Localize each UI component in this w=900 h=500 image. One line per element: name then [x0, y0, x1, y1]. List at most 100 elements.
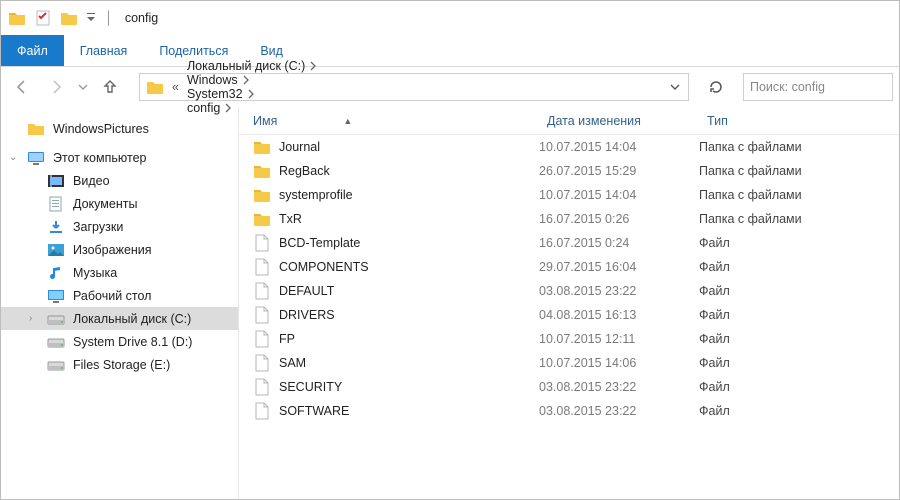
properties-icon[interactable] — [33, 8, 53, 28]
computer-icon — [27, 149, 45, 167]
column-date[interactable]: Дата изменения — [539, 114, 699, 128]
refresh-button[interactable] — [703, 74, 729, 100]
file-date: 16.07.2015 0:26 — [539, 212, 699, 226]
file-name: DRIVERS — [279, 308, 335, 322]
sidebar-item-label: Музыка — [73, 266, 117, 280]
folder-icon — [253, 186, 271, 204]
address-bar[interactable]: « Локальный диск (C:)WindowsSystem32conf… — [139, 73, 689, 101]
file-icon — [253, 234, 271, 252]
sidebar-item-label: System Drive 8.1 (D:) — [73, 335, 192, 349]
file-row[interactable]: SAM10.07.2015 14:06Файл — [239, 351, 899, 375]
breadcrumb-item[interactable]: System32 — [185, 87, 319, 101]
file-type: Файл — [699, 380, 899, 394]
file-date: 03.08.2015 23:22 — [539, 404, 699, 418]
history-chevron-icon[interactable]: « — [168, 80, 183, 94]
recent-dropdown-icon[interactable] — [75, 72, 91, 102]
sidebar-item[interactable]: Загрузки — [1, 215, 238, 238]
address-dropdown-icon[interactable] — [664, 82, 686, 92]
window-title: config — [121, 11, 158, 25]
chevron-right-icon[interactable] — [242, 75, 250, 85]
sidebar-item-label: Документы — [73, 197, 137, 211]
file-row[interactable]: DEFAULT03.08.2015 23:22Файл — [239, 279, 899, 303]
sidebar-item[interactable]: Рабочий стол — [1, 284, 238, 307]
folder-small-icon — [59, 8, 79, 28]
tab-home[interactable]: Главная — [64, 35, 144, 66]
file-row[interactable]: SECURITY 03.08.2015 23:22Файл — [239, 375, 899, 399]
file-row[interactable]: Journal10.07.2015 14:04Папка с файлами — [239, 135, 899, 159]
breadcrumb-item[interactable]: Windows — [185, 73, 319, 87]
sidebar-item[interactable]: Видео — [1, 169, 238, 192]
nav-toolbar: « Локальный диск (C:)WindowsSystem32conf… — [1, 67, 899, 107]
file-row[interactable]: RegBack26.07.2015 15:29Папка с файлами — [239, 159, 899, 183]
folder-icon — [253, 138, 271, 156]
column-name[interactable]: Имя ▲ — [239, 114, 539, 128]
file-name: RegBack — [279, 164, 330, 178]
file-row[interactable]: DRIVERS04.08.2015 16:13Файл — [239, 303, 899, 327]
sidebar-item-label: Files Storage (E:) — [73, 358, 170, 372]
address-folder-icon — [144, 79, 166, 95]
file-row[interactable]: TxR 16.07.2015 0:26Папка с файлами — [239, 207, 899, 231]
file-date: 03.08.2015 23:22 — [539, 284, 699, 298]
sidebar-item[interactable]: ›Локальный диск (C:) — [1, 307, 238, 330]
sidebar-item-windowspictures[interactable]: WindowsPictures — [1, 117, 238, 140]
file-date: 16.07.2015 0:24 — [539, 236, 699, 250]
file-date: 03.08.2015 23:22 — [539, 380, 699, 394]
file-list-pane: Имя ▲ Дата изменения Тип Journal10.07.20… — [239, 107, 899, 499]
column-headers: Имя ▲ Дата изменения Тип — [239, 107, 899, 135]
file-date: 10.07.2015 12:11 — [539, 332, 699, 346]
file-type: Файл — [699, 260, 899, 274]
file-type: Папка с файлами — [699, 212, 899, 226]
sidebar-item-label: Загрузки — [73, 220, 123, 234]
sidebar-item-label: WindowsPictures — [53, 122, 149, 136]
file-icon — [253, 354, 271, 372]
downloads-icon — [47, 218, 65, 236]
file-row[interactable]: systemprofile10.07.2015 14:04Папка с фай… — [239, 183, 899, 207]
file-icon — [253, 258, 271, 276]
chevron-right-icon[interactable] — [309, 61, 317, 71]
search-input[interactable]: Поиск: config — [743, 73, 893, 101]
forward-button[interactable] — [41, 72, 71, 102]
file-type: Папка с файлами — [699, 164, 899, 178]
tab-file[interactable]: Файл — [1, 35, 64, 66]
sidebar-item[interactable]: Files Storage (E:) — [1, 353, 238, 376]
drive-icon — [47, 356, 65, 374]
sidebar-item-label: Рабочий стол — [73, 289, 151, 303]
sidebar-item[interactable]: Изображения — [1, 238, 238, 261]
drive-icon — [47, 310, 65, 328]
chevron-right-icon[interactable] — [247, 89, 255, 99]
up-button[interactable] — [95, 72, 125, 102]
file-row[interactable]: SOFTWARE03.08.2015 23:22Файл — [239, 399, 899, 423]
sidebar-item[interactable]: Музыка — [1, 261, 238, 284]
file-name: SECURITY — [279, 380, 342, 394]
file-icon — [253, 402, 271, 420]
folder-icon — [253, 210, 271, 228]
file-name: BCD-Template — [279, 236, 360, 250]
drive-icon — [47, 333, 65, 351]
file-type: Папка с файлами — [699, 188, 899, 202]
sort-asc-icon: ▲ — [343, 116, 352, 126]
folder-icon — [7, 8, 27, 28]
column-type[interactable]: Тип — [699, 114, 899, 128]
video-icon — [47, 172, 65, 190]
sidebar-item-label: Изображения — [73, 243, 152, 257]
file-row[interactable]: BCD-Template16.07.2015 0:24Файл — [239, 231, 899, 255]
file-icon — [253, 282, 271, 300]
file-rows: Journal10.07.2015 14:04Папка с файламиRe… — [239, 135, 899, 499]
qat-dropdown-icon[interactable] — [85, 8, 97, 28]
pictures-icon — [47, 241, 65, 259]
file-name: TxR — [279, 212, 302, 226]
sidebar-item[interactable]: Документы — [1, 192, 238, 215]
file-type: Файл — [699, 332, 899, 346]
expand-icon[interactable]: › — [29, 313, 32, 324]
file-type: Файл — [699, 284, 899, 298]
file-name: COMPONENTS — [279, 260, 369, 274]
file-type: Файл — [699, 404, 899, 418]
file-row[interactable]: FP10.07.2015 12:11Файл — [239, 327, 899, 351]
sidebar-item[interactable]: System Drive 8.1 (D:) — [1, 330, 238, 353]
breadcrumb-item[interactable]: Локальный диск (C:) — [185, 59, 319, 73]
file-row[interactable]: COMPONENTS29.07.2015 16:04Файл — [239, 255, 899, 279]
sidebar-item-thispc[interactable]: ⌄ Этот компьютер — [1, 146, 238, 169]
back-button[interactable] — [7, 72, 37, 102]
search-placeholder: Поиск: config — [750, 80, 825, 94]
collapse-icon[interactable]: ⌄ — [9, 152, 17, 163]
